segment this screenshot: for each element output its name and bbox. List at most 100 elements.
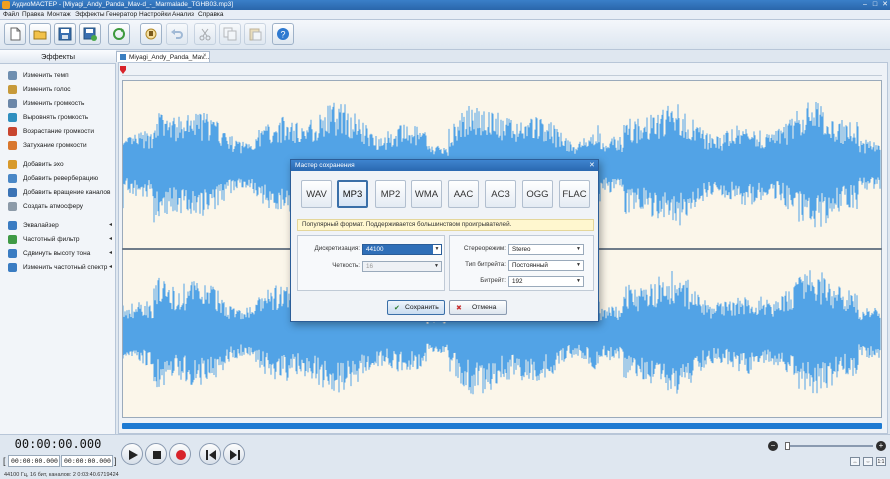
new-file-button[interactable]: [4, 23, 26, 45]
effect-item-volume[interactable]: Изменить громкость: [0, 97, 116, 110]
effect-item-reverb[interactable]: Добавить реверберацию: [0, 172, 116, 185]
zoom-slider-thumb[interactable]: [784, 442, 790, 450]
rotate-channels-icon: [8, 188, 17, 197]
effect-item-fade-in[interactable]: Возрастание громкости: [0, 125, 116, 138]
save-as-button[interactable]: [79, 23, 101, 45]
frequency-filter-icon: [8, 235, 17, 244]
bitrate-select[interactable]: 192 ▼: [508, 276, 584, 287]
document-tab[interactable]: Miyagi_Andy_Panda_Mav... ×: [116, 51, 210, 62]
cross-icon: ✖: [456, 305, 462, 312]
bitrate-type-value: Постоянный: [512, 262, 548, 269]
bitdepth-value: 16: [366, 263, 374, 270]
open-file-button[interactable]: [29, 23, 51, 45]
expand-arrow-icon[interactable]: ◂: [109, 221, 112, 228]
effect-item-equalizer[interactable]: Эквалайзер ◂: [0, 219, 116, 232]
expand-arrow-icon[interactable]: ◂: [109, 249, 112, 256]
menu-file[interactable]: Файл: [3, 11, 19, 18]
effect-item-label: Возрастание громкости: [23, 128, 94, 135]
effect-item-label: Затухание громкости: [23, 142, 87, 149]
effect-item-atmosphere[interactable]: Создать атмосферу: [0, 200, 116, 213]
rewind-button[interactable]: [199, 443, 221, 465]
zoom-fit-width-button[interactable]: ↔: [850, 457, 860, 466]
effect-item-label: Частотный фильтр: [23, 236, 80, 243]
menu-montage[interactable]: Монтаж: [47, 11, 71, 18]
copy-button[interactable]: [219, 23, 241, 45]
save-confirm-button[interactable]: ✔ Сохранить: [387, 300, 445, 315]
bitrate-type-select[interactable]: Постоянный ▼: [508, 260, 584, 271]
format-mp3-button[interactable]: MP3: [337, 180, 368, 208]
menu-effects[interactable]: Эффекты: [75, 11, 105, 18]
effect-item-spectrum[interactable]: Изменить частотный спектр ◂: [0, 261, 116, 274]
format-wav-button[interactable]: WAV: [301, 180, 332, 208]
selection-end-field[interactable]: 00:00:00.000: [61, 455, 113, 467]
record-button[interactable]: [169, 443, 191, 465]
close-tab-icon[interactable]: ×: [203, 53, 207, 59]
normalize-icon: [8, 113, 17, 122]
dialog-title: Мастер сохранения: [295, 162, 355, 169]
undo-button[interactable]: [166, 23, 188, 45]
horizontal-scrollbar[interactable]: [122, 423, 882, 429]
expand-arrow-icon[interactable]: ◂: [109, 235, 112, 242]
effect-item-label: Изменить голос: [23, 86, 71, 93]
bitdepth-select[interactable]: 16 ▼: [362, 261, 442, 272]
voice-icon: [8, 85, 17, 94]
cancel-label: Отмена: [472, 304, 497, 311]
help-button[interactable]: ?: [272, 23, 294, 45]
effect-item-tempo[interactable]: Изменить темп: [0, 69, 116, 82]
stop-icon: [153, 451, 161, 459]
effect-item-fade-out[interactable]: Затухание громкости: [0, 139, 116, 152]
effect-item-label: Сдвинуть высоту тона: [23, 250, 91, 257]
format-flac-button[interactable]: FLAC: [559, 180, 590, 208]
cancel-button[interactable]: ✖ Отмена: [449, 300, 507, 315]
dialog-close-icon[interactable]: ✕: [589, 161, 595, 169]
dialog-title-bar: Мастер сохранения ✕: [291, 160, 598, 171]
menu-help[interactable]: Справка: [198, 11, 224, 18]
save-button[interactable]: [54, 23, 76, 45]
paste-icon: [249, 28, 262, 41]
playhead-marker-icon[interactable]: [120, 66, 126, 74]
format-ac3-button[interactable]: AC3: [485, 180, 516, 208]
sample-rate-label: Дискретизация:: [314, 245, 360, 252]
refresh-button[interactable]: [108, 23, 130, 45]
expand-arrow-icon[interactable]: ◂: [109, 263, 112, 270]
record-voice-button[interactable]: [140, 23, 162, 45]
format-aac-button[interactable]: AAC: [448, 180, 479, 208]
close-window-button[interactable]: ✕: [880, 0, 890, 10]
zoom-selection-button[interactable]: ⇔: [863, 457, 873, 466]
chevron-down-icon: ▼: [576, 262, 581, 268]
zoom-actual-button[interactable]: 1:1: [876, 457, 886, 466]
menu-settings[interactable]: Настройки: [139, 11, 171, 18]
copy-icon: [223, 27, 237, 41]
effect-item-pitch-shift[interactable]: Сдвинуть высоту тона ◂: [0, 247, 116, 260]
play-button[interactable]: [121, 443, 143, 465]
effect-item-rotate-channels[interactable]: Добавить вращение каналов: [0, 186, 116, 199]
effect-item-voice[interactable]: Изменить голос: [0, 83, 116, 96]
maximize-button[interactable]: □: [870, 0, 880, 10]
minimize-button[interactable]: –: [860, 0, 870, 10]
document-tab-label: Miyagi_Andy_Panda_Mav...: [129, 54, 210, 61]
app-logo-icon: [2, 1, 10, 9]
sample-rate-select[interactable]: 44100 ▼: [362, 244, 442, 255]
effect-item-frequency-filter[interactable]: Частотный фильтр ◂: [0, 233, 116, 246]
stereo-mode-select[interactable]: Stereo ▼: [508, 244, 584, 255]
selection-start-field[interactable]: 00:00:00.000: [8, 455, 60, 467]
forward-button[interactable]: [223, 443, 245, 465]
cut-button[interactable]: [194, 23, 216, 45]
menu-analysis[interactable]: Анализ: [172, 11, 194, 18]
menu-generator[interactable]: Генератор: [106, 11, 137, 18]
menu-edit[interactable]: Правка: [22, 11, 44, 18]
format-ogg-button[interactable]: OGG: [522, 180, 553, 208]
zoom-out-button[interactable]: −: [768, 441, 778, 451]
format-mp2-button[interactable]: MP2: [375, 180, 406, 208]
effect-item-label: Изменить темп: [23, 72, 69, 79]
stereo-mode-value: Stereo: [512, 246, 531, 253]
effect-item-echo[interactable]: Добавить эхо: [0, 158, 116, 171]
zoom-slider-track[interactable]: [785, 445, 873, 447]
timeline-ruler[interactable]: [122, 66, 882, 76]
stop-button[interactable]: [145, 443, 167, 465]
zoom-in-button[interactable]: +: [876, 441, 886, 451]
effect-item-normalize[interactable]: Выровнять громкость: [0, 111, 116, 124]
fade-out-icon: [8, 141, 17, 150]
format-wma-button[interactable]: WMA: [411, 180, 442, 208]
paste-button[interactable]: [244, 23, 266, 45]
